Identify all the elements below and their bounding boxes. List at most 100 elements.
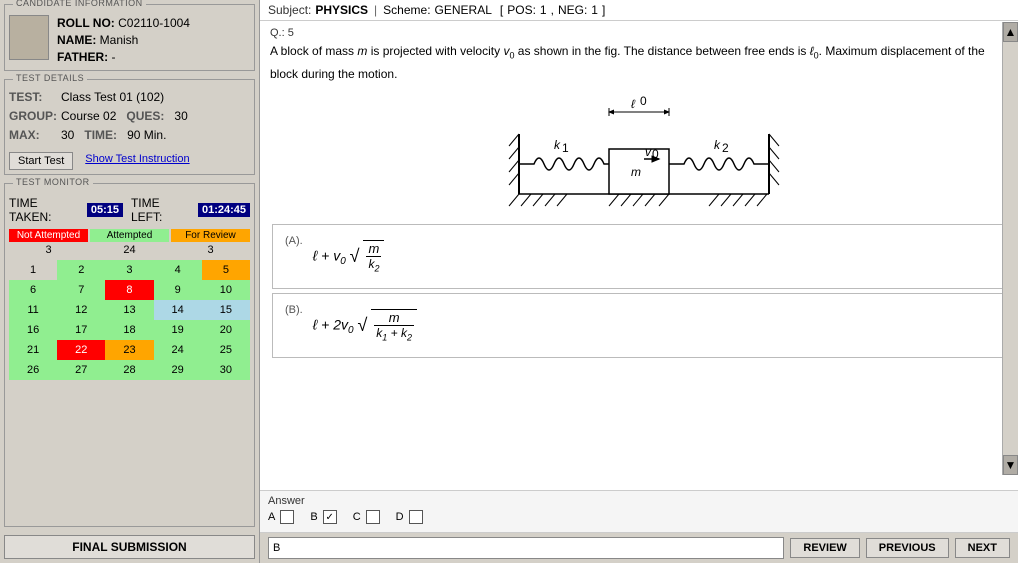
q16[interactable]: 16 (9, 320, 57, 340)
q29[interactable]: 29 (154, 360, 202, 380)
svg-text:0: 0 (652, 147, 659, 161)
q3[interactable]: 3 (105, 260, 153, 280)
q24[interactable]: 24 (154, 340, 202, 360)
time-left-value: 01:24:45 (198, 203, 250, 217)
option-b-formula: ℓ + 2v0 √ mk1 + k2 (313, 309, 417, 342)
q12[interactable]: 12 (57, 300, 105, 320)
not-attempted-count: 3 (9, 244, 88, 256)
checkbox-d[interactable] (409, 510, 423, 524)
answer-input[interactable] (268, 537, 784, 559)
k1-label: k (554, 138, 561, 152)
svg-text:1: 1 (562, 141, 569, 155)
q21[interactable]: 21 (9, 340, 57, 360)
avatar (9, 15, 49, 60)
q28[interactable]: 28 (105, 360, 153, 380)
q2[interactable]: 2 (57, 260, 105, 280)
q17[interactable]: 17 (57, 320, 105, 340)
roll-label: ROLL NO: (57, 16, 115, 30)
question-content: Q.: 5 A block of mass m is projected wit… (260, 21, 1018, 490)
bottom-bar: REVIEW PREVIOUS NEXT (260, 532, 1018, 563)
q1[interactable]: 1 (9, 260, 57, 280)
answer-option-c[interactable]: C (353, 510, 380, 524)
option-b[interactable]: (B). ℓ + 2v0 √ mk1 + k2 (272, 293, 1006, 358)
option-a-formula: ℓ + v0 √ mk2 (313, 240, 385, 273)
answer-section: Answer A B ✓ C D (260, 490, 1018, 532)
max-label: MAX: (9, 126, 57, 144)
q8[interactable]: 8 (105, 280, 153, 300)
start-test-button[interactable]: Start Test (9, 152, 73, 170)
answer-option-a[interactable]: A (268, 510, 294, 524)
test-details-section-label: TEST DETAILS (13, 73, 87, 83)
q14[interactable]: 14 (154, 300, 202, 320)
show-instruction-button[interactable]: Show Test Instruction (85, 153, 189, 165)
answer-option-b[interactable]: B ✓ (310, 510, 336, 524)
q4[interactable]: 4 (154, 260, 202, 280)
q18[interactable]: 18 (105, 320, 153, 340)
pos-label: POS: (507, 3, 536, 17)
father-value: - (111, 50, 115, 64)
pos-value: 1 (540, 3, 547, 17)
q11[interactable]: 11 (9, 300, 57, 320)
roll-value: C02110-1004 (118, 16, 190, 30)
checkbox-b[interactable]: ✓ (323, 510, 337, 524)
q5[interactable]: 5 (202, 260, 250, 280)
time-left-label: TIME LEFT: (131, 196, 194, 224)
for-review-badge: For Review (171, 229, 250, 242)
scroll-down-button[interactable]: ▼ (1003, 455, 1018, 475)
candidate-section-label: CANDIDATE INFORMATION (13, 0, 146, 8)
q10[interactable]: 10 (202, 280, 250, 300)
q26[interactable]: 26 (9, 360, 57, 380)
q19[interactable]: 19 (154, 320, 202, 340)
svg-text:ℓ: ℓ (631, 97, 636, 111)
svg-text:2: 2 (722, 141, 729, 155)
father-label: FATHER: (57, 50, 108, 64)
not-attempted-badge: Not Attempted (9, 229, 88, 242)
name-label: NAME: (57, 33, 96, 47)
svg-text:0: 0 (640, 94, 647, 108)
name-value: Manish (100, 33, 139, 47)
group-value: Course 02 QUES: 30 (61, 107, 250, 125)
final-submission-button[interactable]: FINAL SUBMISSION (4, 535, 255, 559)
for-review-count: 3 (171, 244, 250, 256)
option-b-label: (B). (285, 304, 303, 316)
scroll-up-button[interactable]: ▲ (1003, 22, 1018, 42)
option-a-label: (A). (285, 235, 303, 247)
checkbox-c[interactable] (366, 510, 380, 524)
checkbox-a[interactable] (280, 510, 294, 524)
q20[interactable]: 20 (202, 320, 250, 340)
group-label: GROUP: (9, 107, 57, 125)
q22[interactable]: 22 (57, 340, 105, 360)
subject-bar: Subject: PHYSICS | Scheme: GENERAL [ POS… (260, 0, 1018, 21)
q27[interactable]: 27 (57, 360, 105, 380)
option-a[interactable]: (A). ℓ + v0 √ mk2 (272, 224, 1006, 289)
diagram-svg: k 1 m v 0 (459, 94, 819, 214)
q15[interactable]: 15 (202, 300, 250, 320)
test-label: TEST: (9, 88, 57, 106)
answer-option-d[interactable]: D (396, 510, 423, 524)
scheme-label: Scheme: (383, 3, 430, 17)
next-button[interactable]: NEXT (955, 538, 1010, 558)
neg-label: NEG: (558, 3, 587, 17)
answer-title: Answer (268, 495, 1010, 507)
q9[interactable]: 9 (154, 280, 202, 300)
question-grid: 1 2 3 4 5 6 7 8 9 10 11 12 13 14 (9, 260, 250, 380)
subject-prefix: Subject: (268, 3, 311, 17)
review-button[interactable]: REVIEW (790, 538, 859, 558)
q23[interactable]: 23 (105, 340, 153, 360)
k2-label: k (714, 138, 721, 152)
time-taken-value: 05:15 (87, 203, 123, 217)
q13[interactable]: 13 (105, 300, 153, 320)
time-taken-label: TIME TAKEN: (9, 196, 83, 224)
question-number: Q.: 5 (270, 27, 1008, 39)
q7[interactable]: 7 (57, 280, 105, 300)
neg-value: 1 (591, 3, 598, 17)
answer-checkboxes: A B ✓ C D (268, 510, 1010, 524)
scrollbar-track[interactable]: ▲ ▼ (1002, 22, 1018, 475)
q25[interactable]: 25 (202, 340, 250, 360)
spring-diagram: k 1 m v 0 (270, 94, 1008, 214)
m-label: m (631, 165, 641, 179)
q6[interactable]: 6 (9, 280, 57, 300)
previous-button[interactable]: PREVIOUS (866, 538, 949, 558)
attempted-badge: Attempted (90, 229, 169, 242)
q30[interactable]: 30 (202, 360, 250, 380)
